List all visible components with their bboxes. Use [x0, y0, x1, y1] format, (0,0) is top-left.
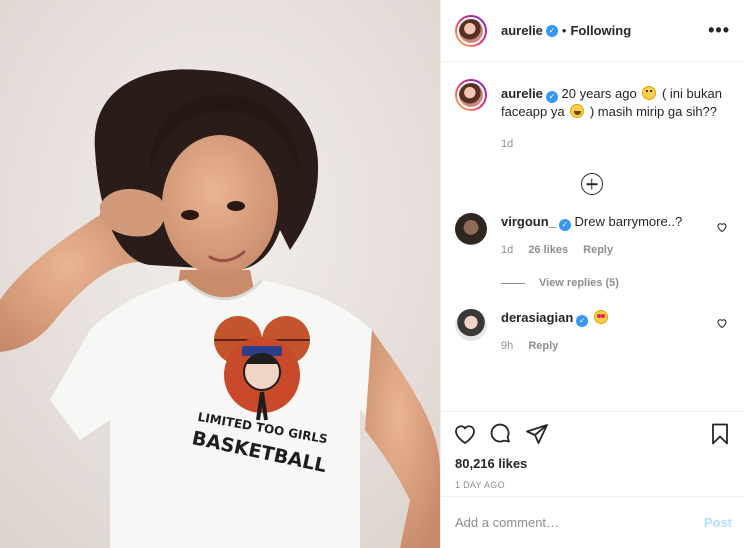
- comment-row: virgoun_ ✓ Drew barrymore..? 1d 26 likes …: [455, 213, 728, 259]
- following-button[interactable]: Following: [570, 23, 631, 38]
- like-heart-icon[interactable]: [453, 422, 477, 446]
- verified-badge-icon: ✓: [545, 91, 558, 103]
- post-side-panel: aurelie ✓ • Following ••• aurelie ✓ 20 ye…: [440, 0, 744, 548]
- comment-time[interactable]: 1d: [501, 244, 513, 256]
- caption-username[interactable]: aurelie: [501, 86, 543, 101]
- caption-row: aurelie ✓ 20 years ago ( ini bukan faceap…: [455, 79, 728, 153]
- comment-text: Drew barrymore..?: [574, 214, 683, 229]
- post-photo[interactable]: LIMITED TOO GIRLS BASKETBALL: [0, 0, 440, 548]
- author-avatar[interactable]: [455, 14, 487, 47]
- caption-time[interactable]: 1d: [501, 138, 513, 150]
- verified-badge-icon: ✓: [576, 315, 589, 327]
- bookmark-icon[interactable]: [708, 422, 732, 446]
- post-header: aurelie ✓ • Following •••: [441, 0, 744, 62]
- comment-time[interactable]: 9h: [501, 340, 513, 352]
- reply-button[interactable]: Reply: [583, 244, 613, 256]
- plus-circle-icon[interactable]: [580, 173, 603, 195]
- post-comment-button[interactable]: Post: [704, 515, 732, 530]
- header-separator: •: [561, 23, 567, 38]
- comment-like-heart-icon[interactable]: [716, 317, 728, 329]
- comment-bubble-icon[interactable]: [489, 422, 513, 446]
- commenter-avatar[interactable]: [455, 213, 487, 245]
- caption-avatar[interactable]: [455, 79, 487, 111]
- commenter-username[interactable]: derasiagian: [501, 310, 573, 325]
- author-username[interactable]: aurelie: [501, 23, 543, 38]
- heart-eyes-emoji-icon: [593, 310, 608, 324]
- share-paper-plane-icon[interactable]: [525, 422, 549, 446]
- post-timestamp[interactable]: 1 DAY AGO: [453, 480, 732, 490]
- verified-badge-icon: ✓: [558, 219, 571, 231]
- reply-button[interactable]: Reply: [528, 340, 558, 352]
- caption-text-3: ) masih mirip ga sih??: [589, 104, 718, 119]
- load-more-comments[interactable]: [455, 173, 728, 195]
- commenter-username[interactable]: virgoun_: [501, 214, 556, 229]
- ellipsis-icon[interactable]: •••: [708, 20, 730, 41]
- comments-section[interactable]: aurelie ✓ 20 years ago ( ini bukan faceap…: [441, 63, 744, 411]
- replies-divider-line: [501, 282, 525, 284]
- comment-row: derasiagian ✓ 9h Reply: [455, 309, 728, 355]
- post-actions: 80,216 likes 1 DAY AGO: [441, 411, 744, 490]
- view-replies-button[interactable]: View replies (5): [501, 277, 728, 289]
- view-replies-label[interactable]: View replies (5): [539, 277, 619, 289]
- comment-likes[interactable]: 26 likes: [528, 244, 568, 256]
- photo-illustration: LIMITED TOO GIRLS BASKETBALL: [0, 0, 440, 548]
- likes-count[interactable]: 80,216 likes: [453, 456, 732, 471]
- add-comment-bar: Post: [441, 496, 744, 548]
- flushed-emoji-icon: [642, 86, 657, 100]
- instagram-post-modal: LIMITED TOO GIRLS BASKETBALL aurelie ✓ •…: [0, 0, 744, 548]
- commenter-avatar[interactable]: [455, 309, 487, 341]
- comment-like-heart-icon[interactable]: [716, 221, 728, 233]
- comment-input[interactable]: [455, 515, 704, 530]
- laughing-emoji-icon: [570, 104, 585, 118]
- verified-badge-icon: ✓: [545, 24, 558, 37]
- caption-text-1: 20 years ago: [561, 86, 637, 101]
